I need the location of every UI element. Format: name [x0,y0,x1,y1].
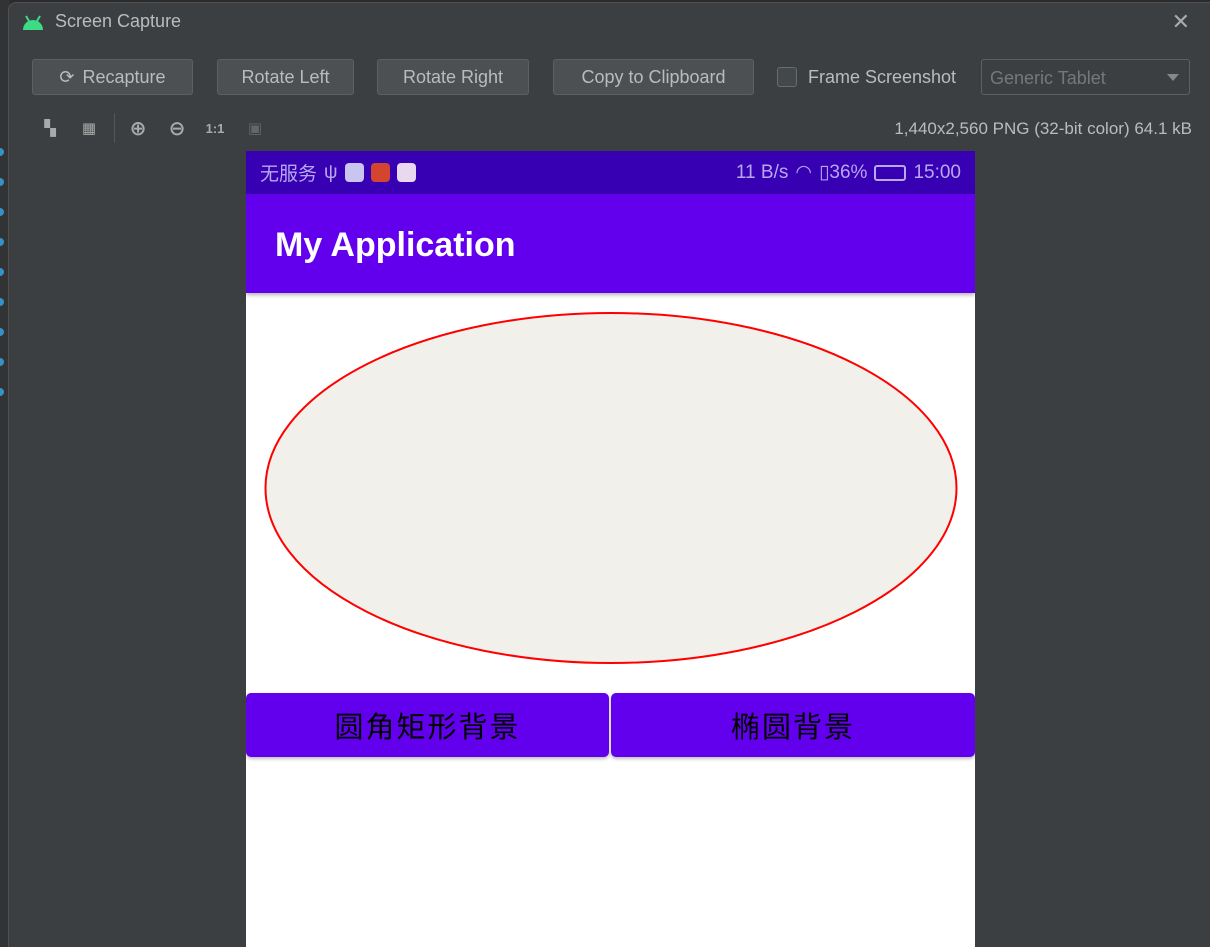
copy-clipboard-button[interactable]: Copy to Clipboard [553,59,754,95]
sim-alert-icon: ▯ [818,162,830,183]
ide-gutter-dot [0,298,4,306]
zoom-in-icon[interactable]: ⊕ [127,117,149,140]
grid-icon[interactable]: ▦ [78,117,100,139]
zoom-out-icon[interactable]: ⊖ [166,117,188,140]
rotate-right-button[interactable]: Rotate Right [377,59,529,95]
app-bar: My Application [246,194,975,293]
clock: 15:00 [913,161,961,183]
carrier-text: 无服务 [260,164,318,185]
ide-gutter-dot [0,388,4,396]
divider [114,113,115,143]
recapture-label: Recapture [82,66,166,87]
status-bar-left: 无服务 ψ [260,159,416,186]
status-bar-right: 11 B/s ◠ ▯ 36% 15:00 [736,161,961,184]
ide-gutter-dot [0,268,4,276]
wifi-icon: ◠ [795,162,812,183]
chevron-down-icon [1167,74,1179,81]
ide-gutter-dot [0,238,4,246]
map-app-icon [396,163,416,182]
ide-gutter-dot [0,178,4,186]
network-speed: 11 B/s [735,161,789,183]
device-value: Generic Tablet [990,68,1106,88]
ide-gutter-dot [0,208,4,216]
checkerboard-icon[interactable]: ▚ [39,117,61,139]
phone-screenshot: 无服务 ψ 11 B/s ◠ ▯ 36% 15:00 My Applicatio… [246,151,975,947]
recapture-button[interactable]: ⟳ Recapture [32,59,193,95]
ide-gutter-dot [0,358,4,366]
window-title: Screen Capture [55,11,182,31]
usb-icon: ψ [324,161,338,183]
oval-shape [264,312,958,664]
status-bar: 无服务 ψ 11 B/s ◠ ▯ 36% 15:00 [246,151,975,194]
book-app-icon [370,163,390,182]
ide-gutter-dot [0,328,4,336]
title-bar: Screen Capture [21,11,181,32]
battery-percent: 36% [829,161,868,183]
app-title: My Application [275,226,516,264]
device-select[interactable]: Generic Tablet [981,59,1190,95]
frame-screenshot-checkbox[interactable] [777,67,797,87]
ide-gutter-dot [0,148,4,156]
frame-screenshot-label: Frame Screenshot [808,67,957,87]
rounded-rect-background-button[interactable]: 圆角矩形背景 [246,693,609,757]
rotate-left-button[interactable]: Rotate Left [217,59,354,95]
android-icon [23,14,43,30]
image-info: 1,440x2,560 PNG (32-bit color) 64.1 kB [894,119,1192,138]
actual-size-button[interactable]: 1:1 [204,117,226,139]
oval-background-button[interactable]: 椭圆背景 [611,693,975,757]
refresh-icon: ⟳ [59,66,75,87]
app-notification-icon [344,163,364,182]
close-icon[interactable]: ✕ [1172,9,1190,35]
battery-icon [874,164,907,181]
fit-screen-icon[interactable]: ▣ [244,117,266,139]
